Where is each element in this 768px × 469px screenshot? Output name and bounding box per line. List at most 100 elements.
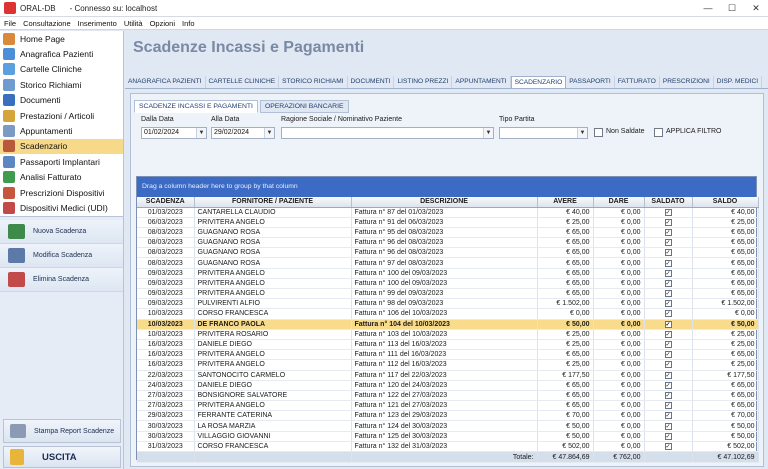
table-row[interactable]: 16/03/2023 PRIVITERA ANGELO Fattura n° 112… bbox=[137, 359, 759, 371]
table-row[interactable]: 27/03/2023 BONSIGNORE SALVATORE Fattura n°… bbox=[137, 390, 759, 402]
saldato-checkbox[interactable]: ✓ bbox=[664, 239, 672, 247]
print-report-button[interactable]: Stampa Report Scadenze bbox=[3, 419, 121, 443]
tab-passaporti[interactable]: PASSAPORTI bbox=[566, 76, 615, 88]
menu-item-utilit[interactable]: Utilità bbox=[124, 19, 143, 28]
menu-item-consultazione[interactable]: Consultazione bbox=[23, 19, 71, 28]
sidebar-item-documenti[interactable]: Documenti bbox=[0, 93, 123, 108]
chevron-down-icon[interactable]: ▼ bbox=[577, 128, 587, 138]
sidebar-item-cartelle-cliniche[interactable]: Cartelle Cliniche bbox=[0, 62, 123, 77]
tab-anagrafica-pazienti[interactable]: ANAGRAFICA PAZIENTI bbox=[125, 76, 206, 88]
close-button[interactable]: ✕ bbox=[744, 0, 768, 17]
table-row[interactable]: 08/03/2023 GUAGNANO ROSA Fattura n° 97 del… bbox=[137, 257, 759, 269]
tab-fatturato[interactable]: FATTURATO bbox=[615, 76, 660, 88]
column-header-saldato[interactable]: SALDATO bbox=[644, 197, 693, 208]
saldato-checkbox[interactable]: ✓ bbox=[664, 412, 672, 420]
saldato-checkbox[interactable]: ✓ bbox=[664, 290, 672, 298]
sidebar-item-scadenzario[interactable]: Scadenzario bbox=[0, 138, 123, 155]
saldato-checkbox[interactable]: ✓ bbox=[664, 249, 672, 257]
table-row[interactable]: 09/03/2023 PULVIRENTI ALFIO Fattura n° 98 … bbox=[137, 298, 759, 310]
table-row[interactable]: 08/03/2023 GUAGNANO ROSA Fattura n° 96 del… bbox=[137, 237, 759, 249]
column-header-dare[interactable]: DARE bbox=[593, 197, 645, 208]
tab-prescrizioni[interactable]: PRESCRIZIONI bbox=[660, 76, 714, 88]
modifica-scadenza-button[interactable]: Modifica Scadenza bbox=[0, 243, 123, 268]
chevron-down-icon[interactable]: ▼ bbox=[264, 128, 274, 138]
menu-item-file[interactable]: File bbox=[4, 19, 16, 28]
sidebar-item-appuntamenti[interactable]: Appuntamenti bbox=[0, 123, 123, 138]
table-row[interactable]: 10/03/2023 PRIVITERA ROSARIO Fattura n° 10… bbox=[137, 329, 759, 340]
table-row[interactable]: 01/03/2023 CANTARELLA CLAUDIO Fattura n° 8… bbox=[137, 207, 759, 218]
subtab-scadenze-incassi-e-pagamenti[interactable]: SCADENZE INCASSI E PAGAMENTI bbox=[134, 100, 258, 113]
saldato-checkbox[interactable]: ✓ bbox=[664, 361, 672, 369]
saldato-checkbox[interactable]: ✓ bbox=[664, 432, 672, 440]
saldato-checkbox[interactable]: ✓ bbox=[664, 259, 672, 267]
saldato-checkbox[interactable]: ✓ bbox=[664, 320, 672, 328]
saldato-checkbox[interactable]: ✓ bbox=[664, 208, 672, 216]
table-row[interactable]: 30/03/2023 LA ROSA MARZIA Fattura n° 124 d… bbox=[137, 420, 759, 432]
column-header-scadenza[interactable]: SCADENZA bbox=[137, 197, 195, 208]
table-row[interactable]: 09/03/2023 PRIVITERA ANGELO Fattura n° 100… bbox=[137, 268, 759, 279]
non-saldate-checkbox[interactable] bbox=[594, 128, 603, 137]
table-row[interactable]: 24/03/2023 DANIELE DIEGO Fattura n° 120 de… bbox=[137, 380, 759, 391]
saldato-checkbox[interactable]: ✓ bbox=[664, 402, 672, 410]
saldato-checkbox[interactable]: ✓ bbox=[664, 422, 672, 430]
table-row[interactable]: 08/03/2023 GUAGNANO ROSA Fattura n° 96 del… bbox=[137, 247, 759, 259]
saldato-checkbox[interactable]: ✓ bbox=[664, 310, 672, 318]
elimina-scadenza-button[interactable]: Elimina Scadenza bbox=[0, 267, 123, 292]
sidebar-item-prestazioni-articoli[interactable]: Prestazioni / Articoli bbox=[0, 108, 123, 123]
sidebar-item-dispositivi-medici-udi[interactable]: Dispositivi Medici (UDI) bbox=[0, 200, 123, 215]
tab-scadenzario[interactable]: SCADENZARIO bbox=[510, 76, 567, 88]
table-row[interactable]: 22/03/2023 SANTONOCITO CARMELO Fattura n° … bbox=[137, 370, 759, 381]
alla-data-field[interactable]: 29/02/2024 ▼ bbox=[211, 127, 275, 139]
saldato-checkbox[interactable]: ✓ bbox=[664, 300, 672, 308]
table-row[interactable]: 16/03/2023 DANIELE DIEGO Fattura n° 113 de… bbox=[137, 339, 759, 351]
saldato-checkbox[interactable]: ✓ bbox=[664, 391, 672, 399]
ragione-sociale-select[interactable]: ▼ bbox=[281, 127, 494, 139]
menu-item-info[interactable]: Info bbox=[182, 19, 195, 28]
saldato-checkbox[interactable]: ✓ bbox=[664, 341, 672, 349]
sidebar-item-home-page[interactable]: Home Page bbox=[0, 31, 123, 46]
chevron-down-icon[interactable]: ▼ bbox=[196, 128, 206, 138]
maximize-button[interactable]: ☐ bbox=[720, 0, 744, 17]
group-by-area[interactable]: Drag a column header here to group by th… bbox=[137, 177, 756, 197]
dalla-data-field[interactable]: 01/02/2024 ▼ bbox=[141, 127, 207, 139]
tab-appuntamenti[interactable]: APPUNTAMENTI bbox=[452, 76, 511, 88]
sidebar-item-prescrizioni-dispositivi[interactable]: Prescrizioni Dispositivi bbox=[0, 185, 123, 200]
table-row[interactable]: 06/03/2023 PRIVITERA ANGELO Fattura n° 91 … bbox=[137, 217, 759, 228]
sidebar-item-storico-richiami[interactable]: Storico Richiami bbox=[0, 77, 123, 92]
tipo-partita-select[interactable]: ▼ bbox=[499, 127, 588, 139]
saldato-checkbox[interactable]: ✓ bbox=[664, 269, 672, 277]
column-header-avere[interactable]: AVERE bbox=[537, 197, 594, 208]
saldato-checkbox[interactable]: ✓ bbox=[664, 381, 672, 389]
table-row[interactable]: 16/03/2023 PRIVITERA ANGELO Fattura n° 111… bbox=[137, 349, 759, 361]
saldato-checkbox[interactable]: ✓ bbox=[664, 279, 672, 287]
column-header-saldo[interactable]: SALDO bbox=[692, 197, 759, 208]
saldato-checkbox[interactable]: ✓ bbox=[664, 330, 672, 338]
chevron-down-icon[interactable]: ▼ bbox=[483, 128, 493, 138]
tab-storico-richiami[interactable]: STORICO RICHIAMI bbox=[279, 76, 348, 88]
saldato-checkbox[interactable]: ✓ bbox=[664, 371, 672, 379]
saldato-checkbox[interactable]: ✓ bbox=[664, 218, 672, 226]
table-row[interactable]: 27/03/2023 PRIVITERA ANGELO Fattura n° 121… bbox=[137, 400, 759, 412]
tab-cartelle-cliniche[interactable]: CARTELLE CLINICHE bbox=[206, 76, 280, 88]
table-row[interactable]: 09/03/2023 PRIVITERA ANGELO Fattura n° 100… bbox=[137, 278, 759, 290]
sidebar-item-passaporti-implantari[interactable]: Passaporti Implantari bbox=[0, 154, 123, 169]
saldato-checkbox[interactable]: ✓ bbox=[664, 442, 672, 450]
saldato-checkbox[interactable]: ✓ bbox=[664, 228, 672, 236]
saldato-checkbox[interactable]: ✓ bbox=[664, 351, 672, 359]
menu-item-inserimento[interactable]: Inserimento bbox=[78, 19, 117, 28]
table-row[interactable]: 08/03/2023 GUAGNANO ROSA Fattura n° 95 del… bbox=[137, 227, 759, 239]
tab-disp-medici[interactable]: DISP. MEDICI bbox=[714, 76, 763, 88]
table-row[interactable]: 10/03/2023 DE FRANCO PAOLA Fattura n° 104 … bbox=[137, 319, 759, 330]
exit-button[interactable]: USCITA bbox=[3, 446, 121, 468]
table-row[interactable]: 09/03/2023 PRIVITERA ANGELO Fattura n° 99 … bbox=[137, 288, 759, 300]
applica-filtro-checkbox[interactable] bbox=[654, 128, 663, 137]
table-row[interactable]: 10/03/2023 CORSO FRANCESCA Fattura n° 106 … bbox=[137, 308, 759, 320]
table-row[interactable]: 30/03/2023 VILLAGGIO GIOVANNI Fattura n° 1… bbox=[137, 431, 759, 442]
tab-listino-prezzi[interactable]: LISTINO PREZZI bbox=[394, 76, 453, 88]
sidebar-item-analisi-fatturato[interactable]: Analisi Fatturato bbox=[0, 170, 123, 185]
sidebar-item-anagrafica-pazienti[interactable]: Anagrafica Pazienti bbox=[0, 46, 123, 61]
subtab-operazioni-bancarie[interactable]: OPERAZIONI BANCARIE bbox=[259, 100, 349, 113]
column-header-fornitore-paziente[interactable]: FORNITORE / PAZIENTE bbox=[194, 197, 352, 208]
table-row[interactable]: 31/03/2023 CORSO FRANCESCA Fattura n° 132 … bbox=[137, 441, 759, 453]
column-header-descrizione[interactable]: DESCRIZIONE bbox=[351, 197, 538, 208]
